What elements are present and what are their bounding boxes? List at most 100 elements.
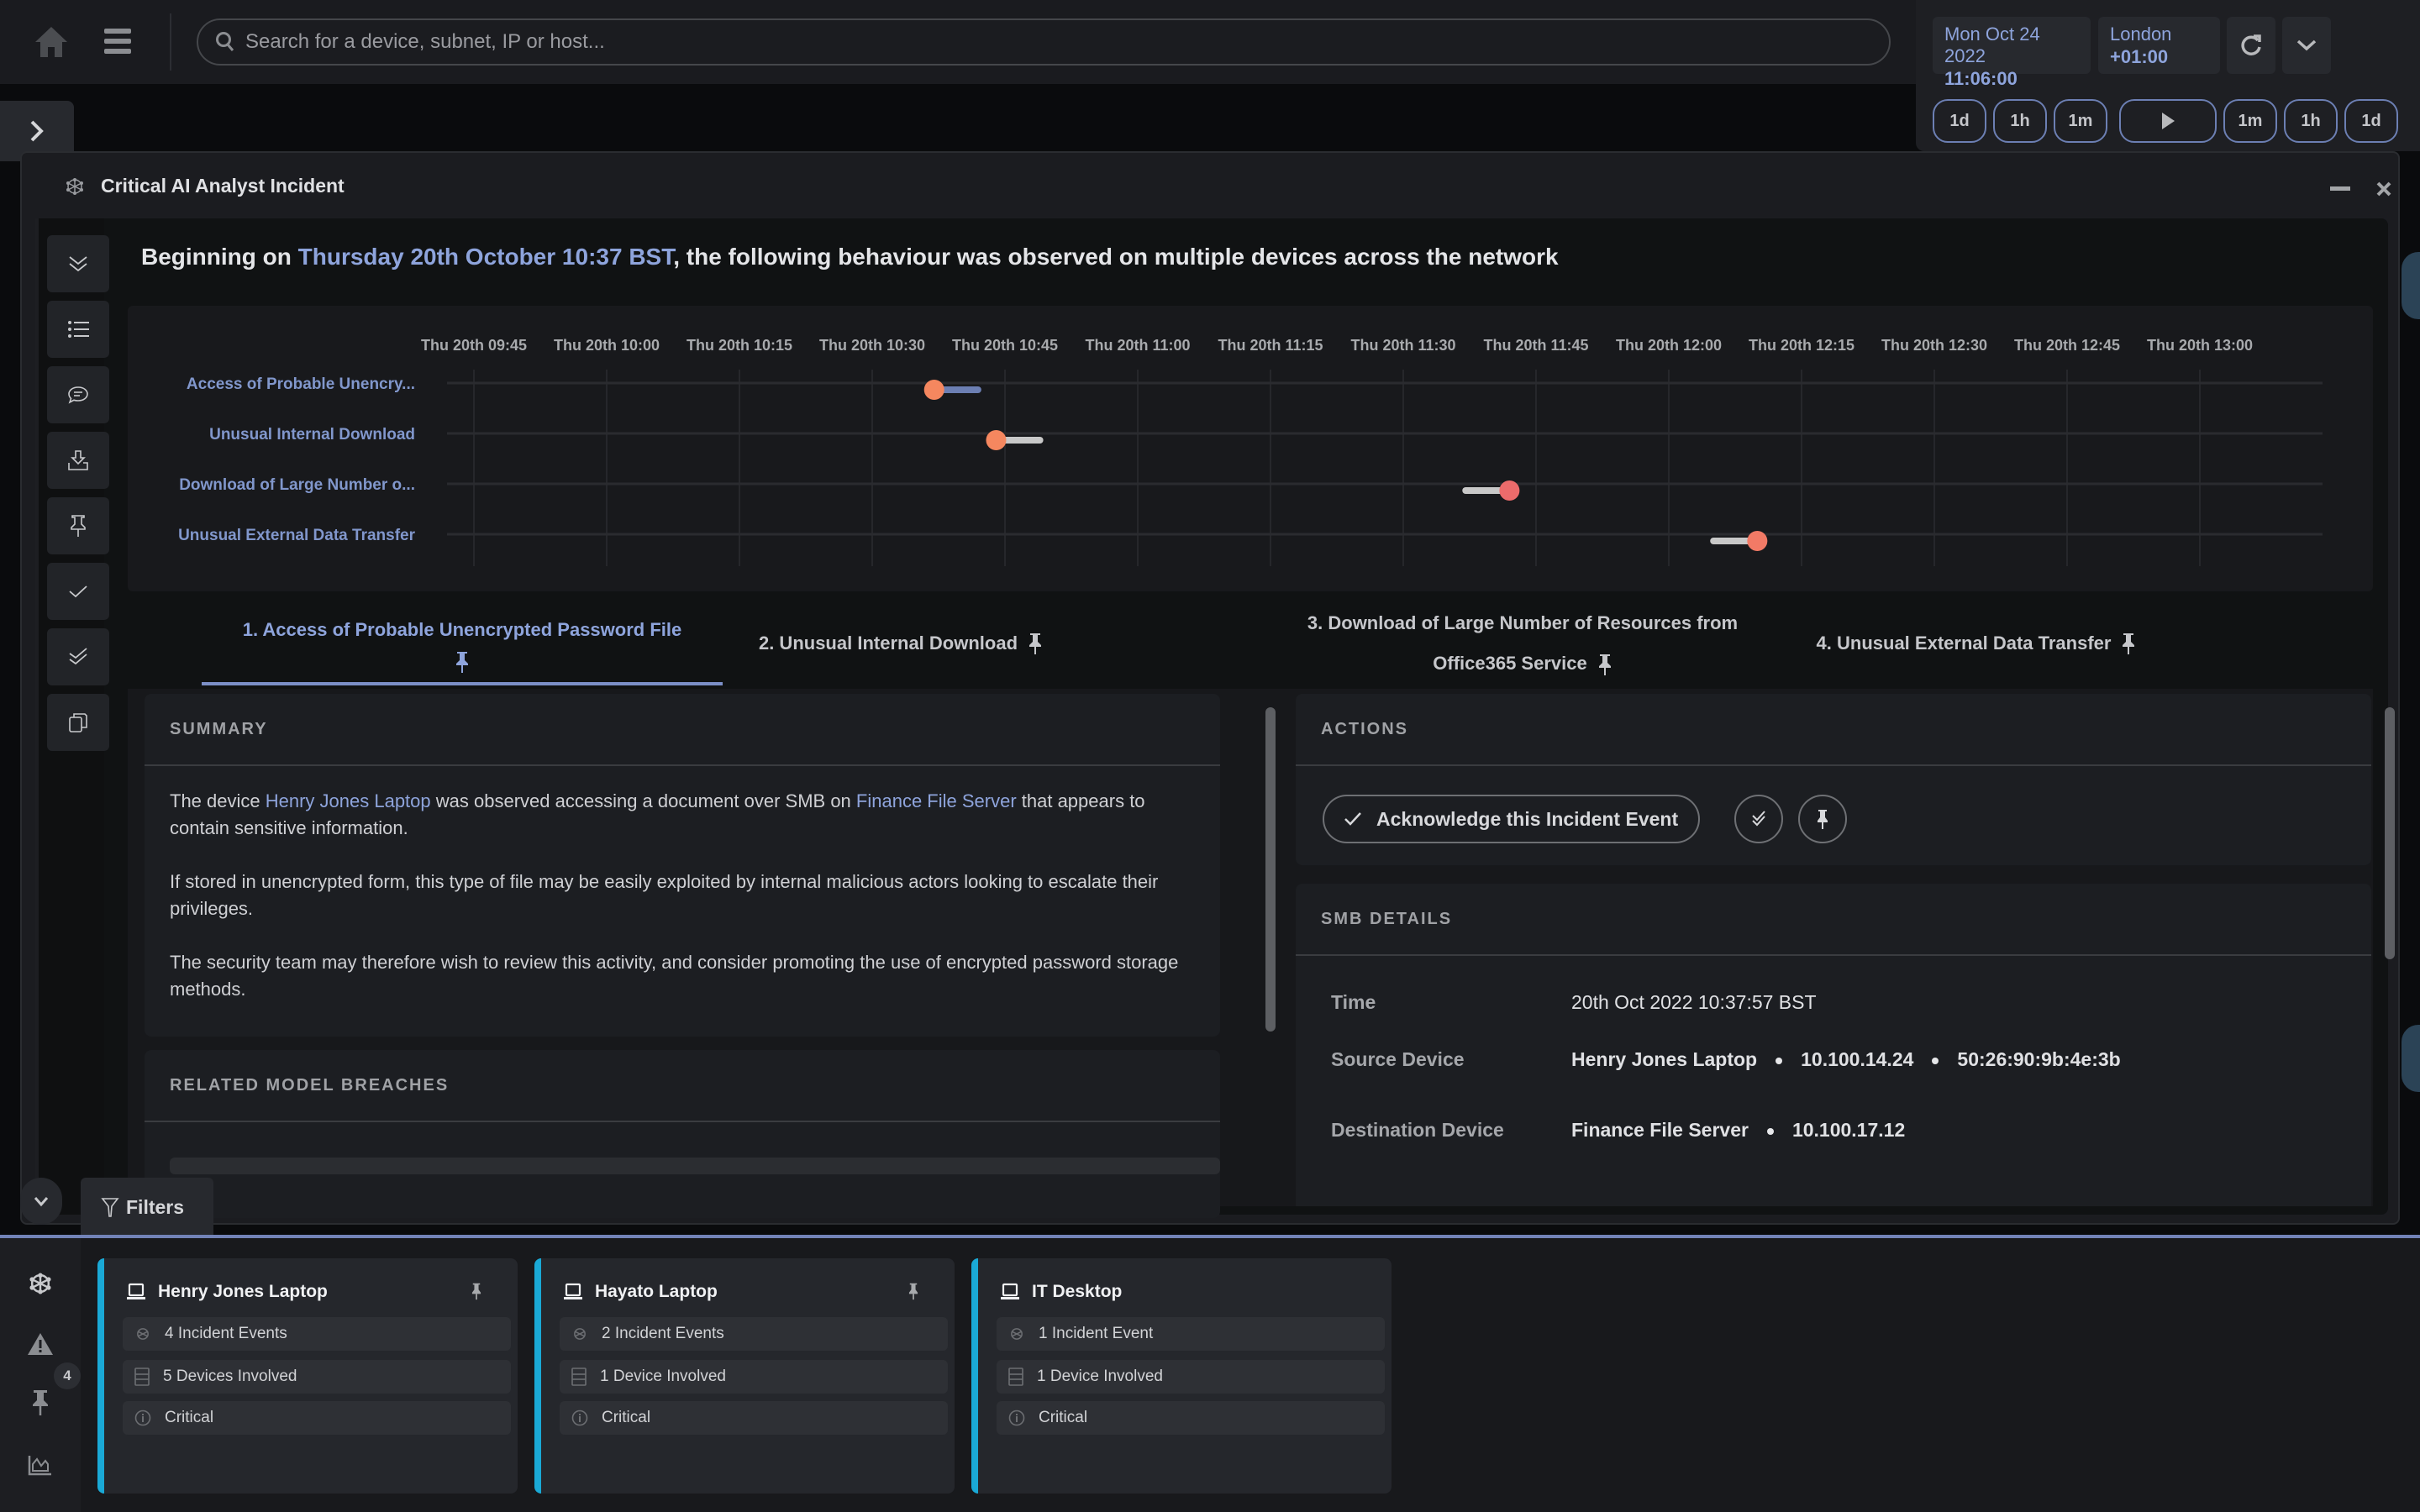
pin-icon[interactable] bbox=[908, 1282, 919, 1300]
device-card[interactable]: IT Desktop 1 Incident Event 1 Device Invol… bbox=[971, 1258, 1392, 1494]
filters-button[interactable]: Filters bbox=[81, 1178, 213, 1236]
minimize-button[interactable] bbox=[2326, 175, 2354, 203]
search-icon bbox=[215, 31, 235, 53]
chart-icon[interactable] bbox=[24, 1448, 57, 1482]
chevron-down-icon bbox=[2296, 39, 2317, 51]
pin-icon[interactable] bbox=[471, 1282, 482, 1300]
collapse-tray-button[interactable] bbox=[20, 1178, 62, 1225]
double-check-icon bbox=[69, 648, 87, 665]
breach-list-item[interactable] bbox=[170, 1158, 1220, 1174]
step-forward-1h-button[interactable]: 1h bbox=[2284, 99, 2338, 143]
event-marker[interactable] bbox=[1747, 531, 1768, 551]
copy-button[interactable] bbox=[47, 694, 109, 751]
copy-icon bbox=[69, 713, 87, 732]
double-check-icon bbox=[1752, 811, 1765, 827]
pin-icon bbox=[1028, 632, 1043, 655]
list-view-button[interactable] bbox=[47, 301, 109, 358]
source-device-name[interactable]: Henry Jones Laptop bbox=[1571, 1048, 1757, 1070]
comment-button[interactable] bbox=[47, 366, 109, 423]
category-label[interactable]: Access of Probable Unencry... bbox=[187, 375, 415, 393]
ai-analyst-icon[interactable] bbox=[24, 1267, 57, 1300]
menu-icon[interactable] bbox=[103, 27, 133, 55]
device-name: Henry Jones Laptop bbox=[158, 1282, 328, 1301]
acknowledge-all-button[interactable] bbox=[47, 628, 109, 685]
source-device-link[interactable]: Henry Jones Laptop bbox=[266, 790, 431, 811]
home-icon[interactable] bbox=[32, 24, 71, 60]
event-marker[interactable] bbox=[986, 430, 1007, 450]
time-dropdown-button[interactable] bbox=[2282, 17, 2331, 74]
close-button[interactable] bbox=[2370, 175, 2398, 203]
acknowledge-button[interactable] bbox=[47, 563, 109, 620]
smb-time-label: Time bbox=[1331, 991, 1376, 1013]
category-label[interactable]: Unusual External Data Transfer bbox=[178, 527, 416, 544]
tab-event-4[interactable]: 4. Unusual External Data Transfer bbox=[1791, 601, 2161, 685]
warning-icon[interactable] bbox=[24, 1327, 57, 1361]
pin-event-button[interactable] bbox=[1798, 795, 1847, 843]
acknowledge-event-button[interactable]: Acknowledge this Incident Event bbox=[1323, 795, 1701, 843]
filters-label: Filters bbox=[126, 1195, 185, 1218]
step-forward-1m-button[interactable]: 1m bbox=[2223, 99, 2277, 143]
event-marker[interactable] bbox=[1499, 480, 1520, 501]
destination-device-name[interactable]: Finance File Server bbox=[1571, 1119, 1749, 1141]
tab-event-3[interactable]: 3. Download of Large Number of Resources… bbox=[1296, 601, 1749, 685]
pin-icon bbox=[1818, 810, 1828, 829]
category-label[interactable]: Download of Large Number o... bbox=[179, 476, 415, 494]
x-tick-label: Thu 20th 12:15 bbox=[1749, 337, 1854, 354]
device-card[interactable]: Henry Jones Laptop 4 Incident Events 5 Dev… bbox=[97, 1258, 518, 1494]
pin-icon bbox=[71, 515, 86, 537]
tab-event-2[interactable]: 2. Unusual Internal Download bbox=[741, 601, 1060, 685]
play-button[interactable] bbox=[2119, 99, 2217, 143]
category-label[interactable]: Unusual Internal Download bbox=[209, 426, 415, 444]
timezone-city: London bbox=[2110, 24, 2172, 45]
x-tick-label: Thu 20th 12:45 bbox=[2014, 337, 2120, 354]
event-marker[interactable] bbox=[923, 380, 944, 400]
tab-label: 2. Unusual Internal Download bbox=[758, 633, 1018, 654]
severity-row: Critical bbox=[123, 1401, 511, 1435]
search-input[interactable] bbox=[245, 30, 1842, 54]
ai-analyst-icon bbox=[1008, 1326, 1025, 1342]
tray-nav: 4 bbox=[0, 1238, 81, 1512]
step-forward-1d-button[interactable]: 1d bbox=[2344, 99, 2398, 143]
actions-card: ACTIONS Acknowledge this Incident Event bbox=[1296, 694, 2371, 865]
timezone-display[interactable]: London +01:00 bbox=[2098, 17, 2220, 74]
summary-text: The device Henry Jones Laptop was observ… bbox=[145, 766, 1220, 1052]
smb-source-label: Source Device bbox=[1331, 1048, 1465, 1070]
acknowledge-all-events-button[interactable] bbox=[1734, 795, 1783, 843]
step-back-1m-button[interactable]: 1m bbox=[2054, 99, 2107, 143]
source-device-ip: 10.100.14.24 bbox=[1801, 1048, 1914, 1070]
device-card-header: Henry Jones Laptop bbox=[126, 1282, 328, 1302]
comment-icon bbox=[68, 386, 88, 404]
headline-prefix: Beginning on bbox=[141, 244, 298, 270]
pin-icon bbox=[2121, 632, 2136, 655]
laptop-icon bbox=[563, 1283, 583, 1301]
search-box[interactable] bbox=[197, 18, 1891, 66]
pinned-icon[interactable] bbox=[24, 1386, 57, 1420]
refresh-button[interactable] bbox=[2227, 17, 2275, 74]
step-back-1h-button[interactable]: 1h bbox=[1993, 99, 2047, 143]
date-time-display[interactable]: Mon Oct 24 2022 11:06:00 bbox=[1933, 17, 2091, 89]
right-scrollbar[interactable] bbox=[2385, 707, 2395, 959]
play-icon bbox=[2162, 113, 2175, 129]
download-button[interactable] bbox=[47, 432, 109, 489]
incident-events-row: 4 Incident Events bbox=[123, 1317, 511, 1351]
x-tick-label: Thu 20th 12:00 bbox=[1616, 337, 1722, 354]
related-breaches-heading: RELATED MODEL BREACHES bbox=[145, 1050, 1220, 1122]
destination-device-link[interactable]: Finance File Server bbox=[856, 790, 1017, 811]
collapse-all-button[interactable] bbox=[47, 235, 109, 292]
incident-events-count: 2 Incident Events bbox=[602, 1325, 724, 1342]
x-tick-label: Thu 20th 11:30 bbox=[1350, 337, 1455, 354]
severity-row: Critical bbox=[560, 1401, 948, 1435]
device-card[interactable]: Hayato Laptop 2 Incident Events 1 Device I… bbox=[534, 1258, 955, 1494]
server-icon bbox=[134, 1368, 150, 1386]
devices-involved-count: 1 Device Involved bbox=[1037, 1368, 1163, 1385]
device-card-header: IT Desktop bbox=[1000, 1282, 1122, 1302]
tab-label-line1: 3. Download of Large Number of Resources… bbox=[1307, 612, 1739, 633]
destination-device-ip: 10.100.17.12 bbox=[1791, 1119, 1906, 1141]
tab-label: 4. Unusual External Data Transfer bbox=[1816, 633, 2112, 654]
pin-button[interactable] bbox=[47, 497, 109, 554]
left-scrollbar[interactable] bbox=[1265, 707, 1276, 1032]
info-icon bbox=[134, 1410, 151, 1426]
minimize-icon bbox=[2330, 186, 2350, 191]
step-back-1d-button[interactable]: 1d bbox=[1933, 99, 1986, 143]
tab-event-1[interactable]: 1. Access of Probable Unencrypted Passwo… bbox=[202, 601, 723, 685]
